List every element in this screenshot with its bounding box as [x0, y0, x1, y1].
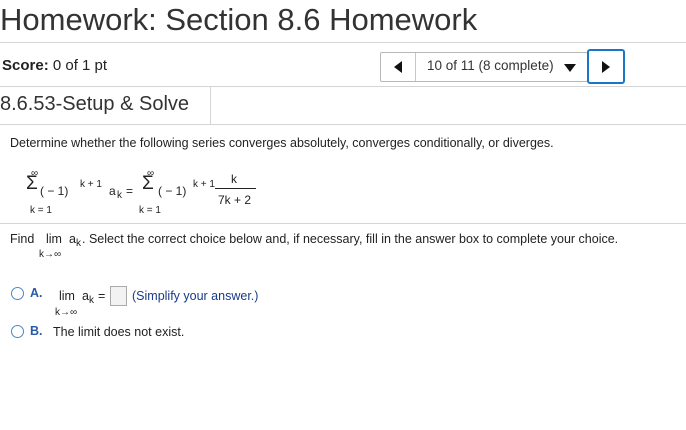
- choice-a-label: A.: [30, 286, 43, 300]
- next-question-button[interactable]: [587, 49, 625, 84]
- choice-a-equals: =: [98, 289, 106, 303]
- find-lim: lim: [46, 232, 62, 246]
- fraction-denominator: 7k + 2: [218, 193, 252, 207]
- find-a: a: [69, 232, 76, 246]
- choice-a-hint: (Simplify your answer.): [132, 289, 259, 303]
- header-divider: [0, 42, 686, 43]
- problem-title: 8.6.53-Setup & Solve: [0, 93, 190, 115]
- previous-question-button[interactable]: [381, 53, 416, 81]
- score-value: 0 of 1 pt: [52, 57, 108, 74]
- question-progress-dropdown[interactable]: 10 of 11 (8 complete): [427, 58, 554, 73]
- choice-a-radio[interactable]: [11, 287, 24, 300]
- fraction-bar: [215, 188, 256, 189]
- sequence-a: a: [109, 184, 116, 198]
- term-sign-base: ( − 1): [40, 184, 69, 198]
- answer-input[interactable]: [110, 286, 127, 306]
- sequence-a-sub: k: [117, 190, 122, 201]
- sigma-symbol-2: Σ: [142, 173, 154, 194]
- arrow-right-icon: [602, 60, 610, 73]
- choice-b-text: The limit does not exist.: [53, 325, 185, 339]
- sum-lower-limit: k = 1: [30, 205, 52, 216]
- title-separator: [210, 86, 211, 124]
- term2-exponent: k + 1: [193, 179, 215, 190]
- arrow-left-icon: [394, 61, 402, 73]
- title-divider: [0, 124, 686, 125]
- sigma-symbol: Σ: [26, 173, 38, 194]
- choice-a-lim: lim: [59, 289, 75, 303]
- choice-a-a-sub: k: [89, 295, 94, 306]
- find-limit-sub: k→∞: [39, 249, 62, 260]
- find-lead: Find: [10, 232, 35, 246]
- equals-sign: =: [126, 184, 134, 198]
- caret-down-icon[interactable]: [564, 64, 576, 72]
- term2-sign-base: ( − 1): [158, 184, 187, 198]
- choice-a-a: a: [82, 289, 89, 303]
- question-navigator: 10 of 11 (8 complete): [380, 52, 588, 82]
- sum2-lower-limit: k = 1: [139, 205, 161, 216]
- score-label: Score:: [2, 57, 49, 74]
- problem-prompt: Determine whether the following series c…: [10, 136, 554, 150]
- question-divider: [0, 223, 686, 224]
- find-rest: . Select the correct choice below and, i…: [82, 232, 619, 246]
- term-exponent: k + 1: [80, 179, 102, 190]
- find-a-sub: k: [76, 238, 81, 249]
- choice-b-label: B.: [30, 324, 43, 338]
- fraction-numerator: k: [231, 172, 237, 186]
- page-title: Homework: Section 8.6 Homework: [0, 2, 478, 37]
- score-display: Score: 0 of 1 pt: [2, 56, 107, 76]
- choice-a-limit-sub: k→∞: [55, 307, 78, 318]
- nav-divider: [0, 86, 686, 87]
- choice-b-radio[interactable]: [11, 325, 24, 338]
